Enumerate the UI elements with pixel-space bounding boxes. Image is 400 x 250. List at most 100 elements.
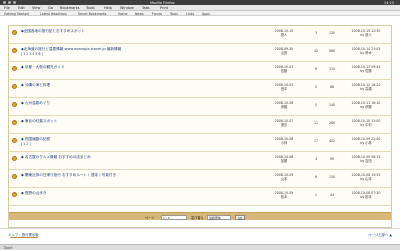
menu-go[interactable]: Go (48, 6, 53, 10)
bookmark-2[interactable]: Smart Bookmarks (78, 12, 106, 16)
menu-bookmarks[interactable]: Bookmarks (60, 6, 80, 10)
thread-row[interactable]: ◆ 関東近郊の日帰り旅行 おすすめルート ( 週末 ) 写真付き 2008-10-… (9, 170, 391, 188)
thread-views: 260 (328, 121, 336, 125)
thread-replies: 6 (314, 175, 318, 179)
sort-label: 並び替え (191, 215, 204, 220)
thread-status-icon (12, 66, 17, 71)
thread-author-name[interactable]: 田中 (281, 87, 287, 91)
thread-author: 2008-10-09 松本 (259, 191, 309, 199)
menu-tabs[interactable]: Tabs (142, 6, 150, 10)
last-post-author[interactable]: by 旅人 (360, 33, 371, 37)
back-to-top-link[interactable]: ページ上部へ ▲ (368, 232, 392, 237)
thread-author-name[interactable]: 伊藤 (281, 105, 287, 109)
menu-print[interactable]: Print (160, 6, 168, 10)
thread-author: 2008-10-09 山本 (259, 173, 309, 181)
maximize-window-icon[interactable] (13, 1, 16, 4)
sort-select[interactable]: 最終更新 (207, 214, 231, 220)
thread-replies: 2 (314, 85, 318, 89)
thread-last-post[interactable]: 2008-10-13 09:45 by 佐藤 (341, 65, 391, 73)
status-text: Done (4, 245, 13, 250)
bookmark-5[interactable]: Forum (152, 12, 162, 16)
menu-tools[interactable]: Tools (86, 6, 95, 10)
page-select[interactable]: 1 / 5 (161, 214, 187, 220)
breadcrumb-bar: トップ › 旅行掲示板 ページ上部へ ▲ (0, 228, 400, 237)
bookmark-8[interactable]: Apps (202, 12, 210, 16)
menu-window[interactable]: Window (120, 6, 134, 10)
thread-author: 2008-10-05 田中 (259, 83, 309, 91)
menu-help[interactable]: Help (104, 6, 112, 10)
thread-row[interactable]: ◆ 京都・大阪の観光ガイド 2008-10-02 佐藤 8 310 2008-10-13 … (9, 62, 391, 80)
menu-edit[interactable]: Edit (18, 6, 25, 10)
thread-views: 120 (328, 31, 336, 35)
thread-row[interactable]: ◆ 名古屋のグルメ情報 おすすめの店まとめ 2008-10-08 加藤 4 95 2008… (9, 152, 391, 170)
thread-title-link[interactable]: ◆ 名古屋のグルメ情報 おすすめの店まとめ (21, 155, 91, 160)
thread-row[interactable]: ◆ 九州温泉めぐり 2008-10-06 伊藤 5 140 2008-10-11 16:1… (9, 98, 391, 116)
last-post-author[interactable]: by 山本 (360, 177, 371, 181)
menu-view[interactable]: View (32, 6, 40, 10)
breadcrumb[interactable]: トップ › 旅行掲示板 (8, 232, 39, 237)
thread-title-link[interactable]: ◆ 九州温泉めぐり (21, 101, 50, 106)
close-window-icon[interactable] (3, 1, 6, 4)
thread-replies: 17 (313, 139, 319, 143)
thread-row[interactable]: ◆北海道の旅行と温泉情報 www.example-travel.jp 最新情報[… (9, 44, 391, 62)
thread-status-icon (12, 48, 17, 53)
thread-author: 2008-10-07 渡辺 (259, 119, 309, 127)
thread-row[interactable]: ◆ 長野の山歩き 2008-10-09 松本 1 44 2008-10-08 07:30 b… (9, 188, 391, 206)
thread-pages-link[interactable]: [ 1 2 ] (21, 142, 31, 146)
thread-author-name[interactable]: 旅人 (281, 33, 287, 37)
thread-title-link[interactable]: ◆ 関東近郊の日帰り旅行 おすすめルート ( 週末 ) 写真付き (21, 173, 116, 178)
last-post-author[interactable]: by 高橋 (360, 87, 371, 91)
thread-author-name[interactable]: 小林 (281, 141, 287, 145)
last-post-author[interactable]: by 伊藤 (360, 105, 371, 109)
thread-author-name[interactable]: 加藤 (281, 159, 287, 163)
last-post-author[interactable]: by 中村 (360, 123, 371, 127)
last-post-author[interactable]: by 吉田 (360, 159, 371, 163)
menu-file[interactable]: File (4, 6, 10, 10)
page-content: ◆全国各地の旅行記とおすすめスポット 2008-10-15 旅人 3 120 2008-1… (0, 17, 400, 238)
bookmark-0[interactable]: Getting Started (4, 12, 29, 16)
thread-last-post[interactable]: 2008-10-15 12:30 by 旅人 (341, 29, 391, 37)
bookmark-4[interactable]: News (135, 12, 144, 16)
last-post-author[interactable]: by 小林 (360, 141, 371, 145)
thread-title-link[interactable]: ◆ 長野の山歩き (21, 191, 46, 196)
last-post-author[interactable]: by 松本 (360, 195, 371, 199)
thread-title-link[interactable]: ◆ 京都・大阪の観光ガイド (21, 65, 64, 70)
minimize-window-icon[interactable] (8, 1, 11, 4)
thread-last-post[interactable]: 2008-10-10 11:00 by 中村 (341, 119, 391, 127)
thread-row[interactable]: ◆全国各地の旅行記とおすすめスポット 2008-10-15 旅人 3 120 2008-1… (9, 26, 391, 44)
thread-title-link[interactable]: ◆ 沖縄の海と料理 (21, 83, 50, 88)
bookmark-3[interactable]: Home (118, 12, 127, 16)
thread-author-name[interactable]: 佐藤 (281, 69, 287, 73)
thread-title-link[interactable]: ◆全国各地の旅行記とおすすめスポット (21, 29, 85, 34)
thread-row[interactable]: ◆ 四国遍路の記録[ 1 2 ] 2008-10-08 小林 17 402 2008-10… (9, 134, 391, 152)
thread-last-post[interactable]: 2008-10-14 21:05 by 鈴木 (341, 47, 391, 55)
last-post-author[interactable]: by 佐藤 (360, 69, 371, 73)
thread-row[interactable]: ◆ 東北の紅葉スポット 2008-10-07 渡辺 11 260 2008-10-10 1… (9, 116, 391, 134)
thread-last-post[interactable]: 2008-10-09 22:40 by 小林 (341, 137, 391, 145)
thread-last-post[interactable]: 2008-10-11 16:10 by 伊藤 (341, 101, 391, 109)
thread-author: 2008-10-02 佐藤 (259, 65, 309, 73)
bookmark-1[interactable]: Latest Headlines (40, 12, 67, 16)
thread-status-icon (12, 84, 17, 89)
thread-row[interactable]: ◆ 沖縄の海と料理 2008-10-05 田中 2 88 2008-10-12 18:20… (9, 80, 391, 98)
thread-author-name[interactable]: 渡辺 (281, 123, 287, 127)
last-post-author[interactable]: by 鈴木 (360, 51, 371, 55)
bookmark-6[interactable]: Tools (170, 12, 178, 16)
thread-author-name[interactable]: 松本 (281, 195, 287, 199)
thread-last-post[interactable]: 2008-10-08 19:55 by 山本 (341, 173, 391, 181)
thread-views: 95 (329, 157, 335, 161)
bookmark-7[interactable]: Links (186, 12, 194, 16)
go-button[interactable]: GO (235, 214, 245, 220)
bookmarks-bar: Getting Started Latest Headlines Smart B… (0, 11, 400, 16)
thread-author-name[interactable]: 山本 (281, 177, 287, 181)
window-title: Mozilla Firefox (150, 0, 175, 5)
thread-pages-link[interactable]: [ 1 2 3 4 5 6 ] (21, 52, 43, 56)
thread-last-post[interactable]: 2008-10-08 07:30 by 松本 (341, 191, 391, 199)
thread-last-post[interactable]: 2008-10-12 18:20 by 高橋 (341, 83, 391, 91)
thread-author-name[interactable]: 山田 (281, 51, 287, 55)
thread-replies: 1 (314, 193, 318, 197)
thread-last-post[interactable]: 2008-10-09 08:15 by 吉田 (341, 155, 391, 163)
thread-views: 44 (329, 193, 335, 197)
thread-replies: 11 (313, 121, 319, 125)
thread-title-link[interactable]: ◆ 東北の紅葉スポット (21, 119, 57, 124)
